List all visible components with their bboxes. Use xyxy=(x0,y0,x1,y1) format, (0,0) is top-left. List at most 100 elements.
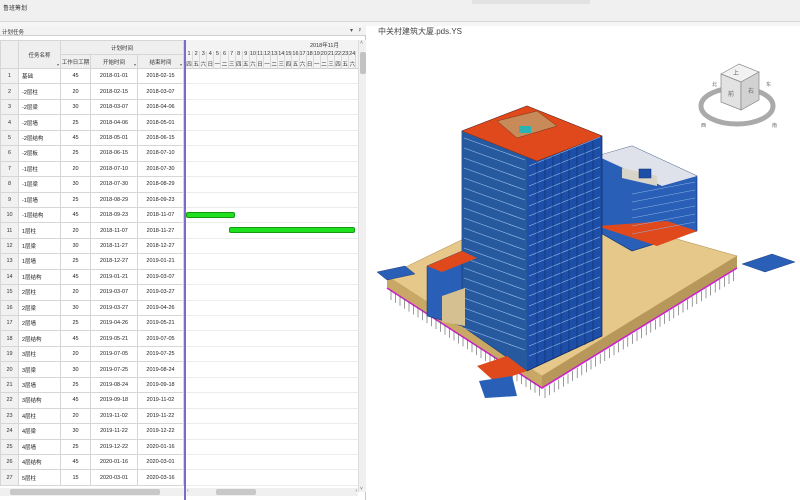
start-date-cell[interactable]: 2020-03-01 xyxy=(90,469,138,486)
task-name-cell[interactable]: -1层柱 xyxy=(18,160,61,178)
end-date-cell[interactable]: 2019-11-22 xyxy=(137,407,184,425)
row-number[interactable]: 15 xyxy=(0,284,19,301)
table-row[interactable]: 5 -2层结构 45 2018-05-01 2018-06-15 xyxy=(0,129,184,147)
end-date-cell[interactable]: 2018-04-06 xyxy=(137,98,184,116)
building-model[interactable]: 上 前 右 北 东 南 西 xyxy=(367,26,800,500)
duration-cell[interactable]: 25 xyxy=(60,376,91,394)
start-date-cell[interactable]: 2019-11-22 xyxy=(90,423,138,440)
table-row[interactable]: 25 4层墙 25 2019-12-22 2020-01-16 xyxy=(0,438,184,455)
task-name-cell[interactable]: 4层柱 xyxy=(18,407,61,425)
scroll-thumb[interactable] xyxy=(216,489,256,495)
task-name-cell[interactable]: 4层梁 xyxy=(18,423,61,440)
table-row[interactable]: 18 2层结构 45 2019-05-21 2019-07-05 xyxy=(0,330,184,347)
end-date-cell[interactable]: 2019-04-26 xyxy=(137,299,184,317)
scroll-down-icon[interactable]: ˅ xyxy=(360,486,363,492)
row-number[interactable]: 25 xyxy=(0,438,19,455)
end-date-cell[interactable]: 2020-01-16 xyxy=(137,438,184,455)
task-name-cell[interactable]: 2层结构 xyxy=(18,330,61,347)
start-date-cell[interactable]: 2018-04-06 xyxy=(90,114,138,131)
duration-cell[interactable]: 25 xyxy=(60,314,91,332)
duration-cell[interactable]: 20 xyxy=(60,345,91,363)
view-cube[interactable]: 上 前 右 北 东 南 西 xyxy=(698,63,777,129)
task-name-cell[interactable]: 4层结构 xyxy=(18,453,61,471)
task-name-cell[interactable]: 基础 xyxy=(18,67,61,85)
duration-cell[interactable]: 30 xyxy=(60,361,91,378)
start-date-cell[interactable]: 2018-05-01 xyxy=(90,129,138,147)
task-name-cell[interactable]: 1层墙 xyxy=(18,253,61,270)
end-date-cell[interactable]: 2018-09-23 xyxy=(137,191,184,208)
duration-cell[interactable]: 45 xyxy=(60,67,91,85)
task-name-cell[interactable]: 4层墙 xyxy=(18,438,61,455)
duration-cell[interactable]: 15 xyxy=(60,469,91,486)
end-date-cell[interactable]: 2018-12-27 xyxy=(137,237,184,255)
duration-cell[interactable]: 45 xyxy=(60,330,91,347)
row-number[interactable]: 22 xyxy=(0,392,19,409)
start-date-cell[interactable]: 2019-12-22 xyxy=(90,438,138,455)
row-number[interactable]: 18 xyxy=(0,330,19,347)
task-name-cell[interactable]: 3层柱 xyxy=(18,345,61,363)
table-row[interactable]: 23 4层柱 20 2019-11-02 2019-11-22 xyxy=(0,407,184,425)
table-row[interactable]: 11 1层柱 20 2018-11-07 2018-11-27 xyxy=(0,222,184,239)
task-name-cell[interactable]: -2层结构 xyxy=(18,129,61,147)
row-number[interactable]: 24 xyxy=(0,423,19,440)
grid-horizontal-scrollbar[interactable] xyxy=(0,488,184,496)
task-name-cell[interactable]: -1层结构 xyxy=(18,206,61,224)
duration-cell[interactable]: 30 xyxy=(60,176,91,193)
start-date-cell[interactable]: 2018-06-15 xyxy=(90,145,138,162)
header-end[interactable]: 结束时间 ▾ xyxy=(137,54,184,69)
start-date-cell[interactable]: 2018-07-30 xyxy=(90,176,138,193)
duration-cell[interactable]: 30 xyxy=(60,423,91,440)
search-box[interactable] xyxy=(472,0,590,4)
end-date-cell[interactable]: 2019-05-21 xyxy=(137,314,184,332)
duration-cell[interactable]: 30 xyxy=(60,237,91,255)
row-number[interactable]: 3 xyxy=(0,98,19,116)
model-viewport[interactable]: 中关村建筑大厦.pds.YS 上 前 右 北 东 南 西 xyxy=(367,26,800,500)
task-name-cell[interactable]: 2层梁 xyxy=(18,299,61,317)
task-name-cell[interactable]: 3层梁 xyxy=(18,361,61,378)
end-date-cell[interactable]: 2018-05-01 xyxy=(137,114,184,131)
task-name-cell[interactable]: -2层墙 xyxy=(18,114,61,131)
row-number[interactable]: 5 xyxy=(0,129,19,147)
duration-cell[interactable]: 25 xyxy=(60,114,91,131)
row-number[interactable]: 2 xyxy=(0,83,19,100)
duration-cell[interactable]: 45 xyxy=(60,392,91,409)
scroll-thumb[interactable] xyxy=(360,52,366,74)
end-date-cell[interactable]: 2019-01-21 xyxy=(137,253,184,270)
end-date-cell[interactable]: 2018-06-15 xyxy=(137,129,184,147)
pin-icon[interactable]: ᵖ xyxy=(359,28,363,34)
row-number[interactable]: 27 xyxy=(0,469,19,486)
table-row[interactable]: 17 2层墙 25 2019-04-26 2019-05-21 xyxy=(0,314,184,332)
table-row[interactable]: 19 3层柱 20 2019-07-05 2019-07-25 xyxy=(0,345,184,363)
duration-cell[interactable]: 25 xyxy=(60,438,91,455)
table-row[interactable]: 8 -1层梁 30 2018-07-30 2018-08-29 xyxy=(0,176,184,193)
end-date-cell[interactable]: 2019-12-22 xyxy=(137,423,184,440)
start-date-cell[interactable]: 2019-07-25 xyxy=(90,361,138,378)
scroll-right-icon[interactable]: › xyxy=(355,488,357,494)
end-date-cell[interactable]: 2018-03-07 xyxy=(137,83,184,100)
row-number[interactable]: 6 xyxy=(0,145,19,162)
end-date-cell[interactable]: 2019-03-07 xyxy=(137,268,184,286)
duration-cell[interactable]: 45 xyxy=(60,206,91,224)
start-date-cell[interactable]: 2018-03-07 xyxy=(90,98,138,116)
end-date-cell[interactable]: 2019-08-24 xyxy=(137,361,184,378)
table-row[interactable]: 20 3层梁 30 2019-07-25 2019-08-24 xyxy=(0,361,184,378)
start-date-cell[interactable]: 2019-04-26 xyxy=(90,314,138,332)
end-date-cell[interactable]: 2018-11-07 xyxy=(137,206,184,224)
task-name-cell[interactable]: 2层柱 xyxy=(18,284,61,301)
end-date-cell[interactable]: 2020-03-01 xyxy=(137,453,184,471)
end-date-cell[interactable]: 2018-08-29 xyxy=(137,176,184,193)
duration-cell[interactable]: 25 xyxy=(60,145,91,162)
table-row[interactable]: 15 2层柱 20 2019-03-07 2019-03-27 xyxy=(0,284,184,301)
table-row[interactable]: 14 1层结构 45 2019-01-21 2019-03-07 xyxy=(0,268,184,286)
table-row[interactable]: 27 5层柱 15 2020-03-01 2020-03-16 xyxy=(0,469,184,486)
duration-cell[interactable]: 45 xyxy=(60,268,91,286)
task-name-cell[interactable]: -2层板 xyxy=(18,145,61,162)
duration-cell[interactable]: 20 xyxy=(60,222,91,239)
header-duration[interactable]: 工作日工期 xyxy=(60,54,91,69)
start-date-cell[interactable]: 2018-07-10 xyxy=(90,160,138,178)
table-row[interactable]: 13 1层墙 25 2018-12-27 2019-01-21 xyxy=(0,253,184,270)
task-name-cell[interactable]: 1层梁 xyxy=(18,237,61,255)
gantt-task-bar[interactable] xyxy=(186,211,235,218)
start-date-cell[interactable]: 2018-02-15 xyxy=(90,83,138,100)
duration-cell[interactable]: 20 xyxy=(60,83,91,100)
